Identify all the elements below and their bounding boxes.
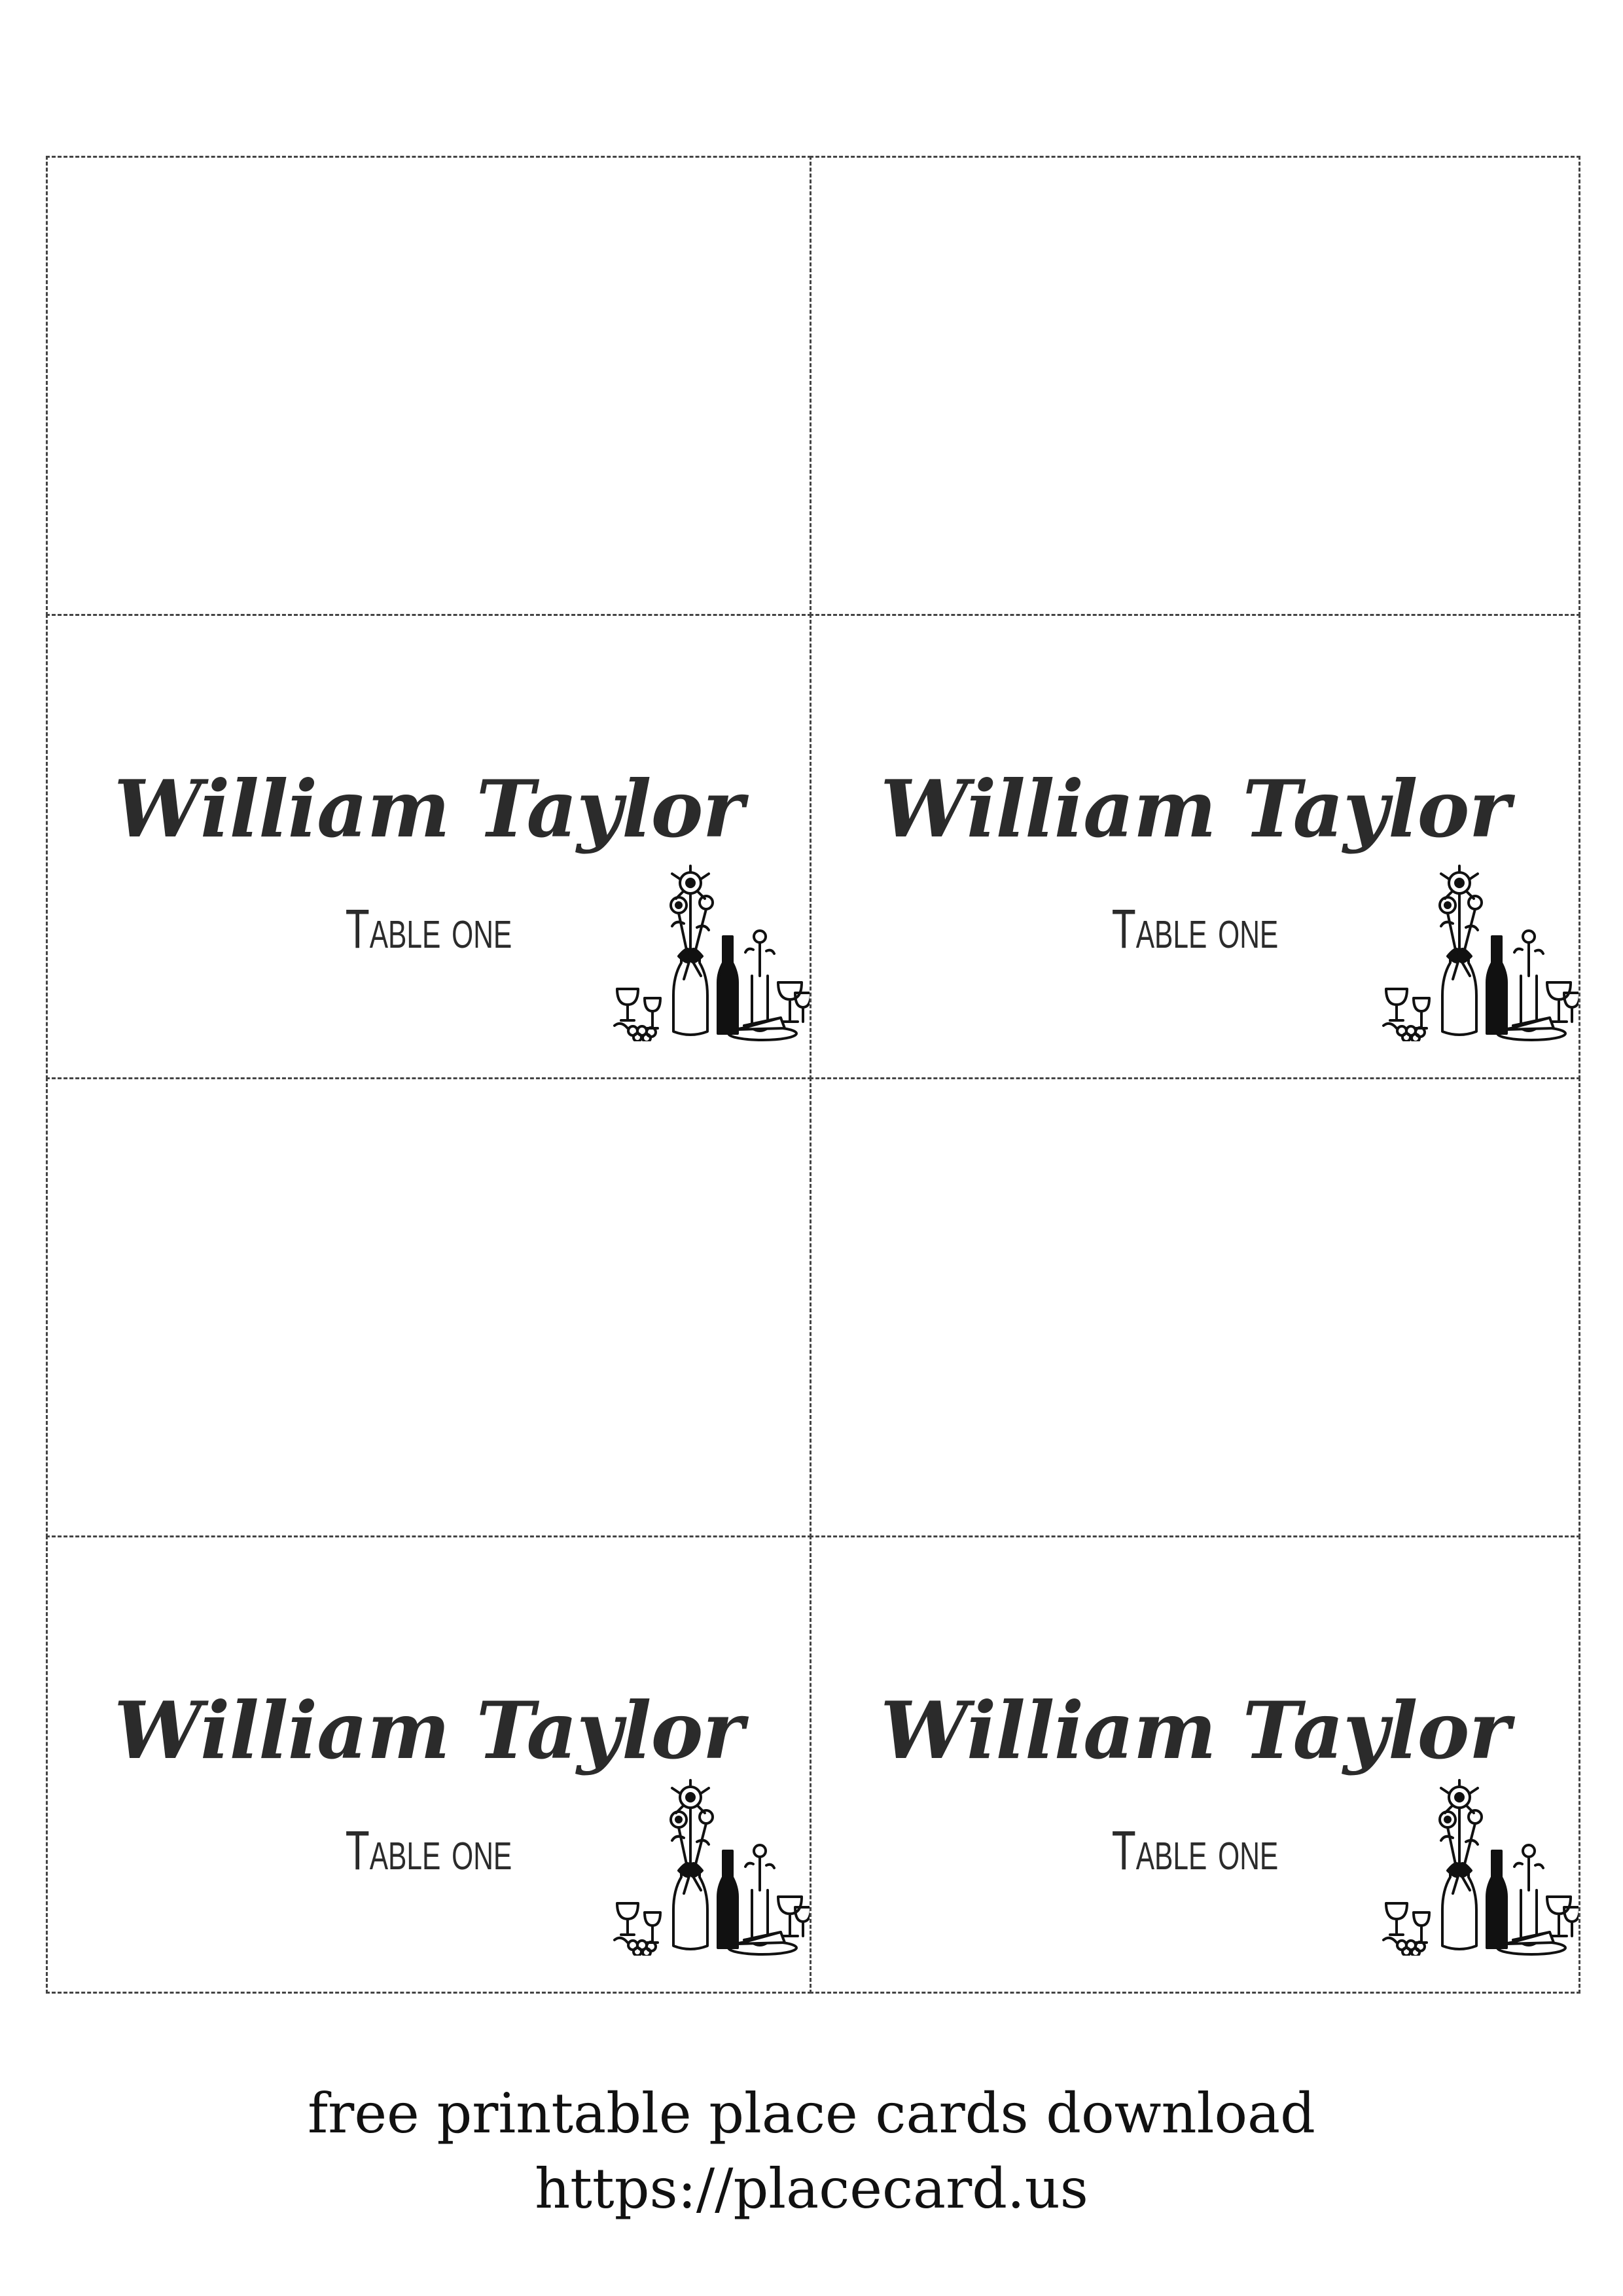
place-card-blank (810, 1077, 1580, 1537)
place-card-blank (46, 156, 812, 616)
guest-name: William Taylor (114, 763, 744, 855)
place-card-blank (810, 156, 1580, 616)
table-setting-icon (613, 865, 810, 1041)
table-setting-icon (1382, 865, 1578, 1041)
guest-name: William Taylor (114, 1685, 744, 1777)
place-card-sheet: William Taylor Table one William Taylor … (46, 156, 1580, 1994)
footer-caption: free printable place cards download (308, 2081, 1315, 2145)
guest-name: William Taylor (880, 763, 1510, 855)
place-card: William Taylor Table one (810, 614, 1580, 1079)
place-card: William Taylor Table one (46, 1535, 812, 1994)
table-setting-icon (613, 1779, 810, 1956)
guest-name: William Taylor (880, 1685, 1510, 1777)
table-setting-icon (1382, 1779, 1578, 1956)
place-card: William Taylor Table one (810, 1535, 1580, 1994)
place-card: William Taylor Table one (46, 614, 812, 1079)
place-card-blank (46, 1077, 812, 1537)
footer-url: https://placecard.us (535, 2157, 1088, 2221)
